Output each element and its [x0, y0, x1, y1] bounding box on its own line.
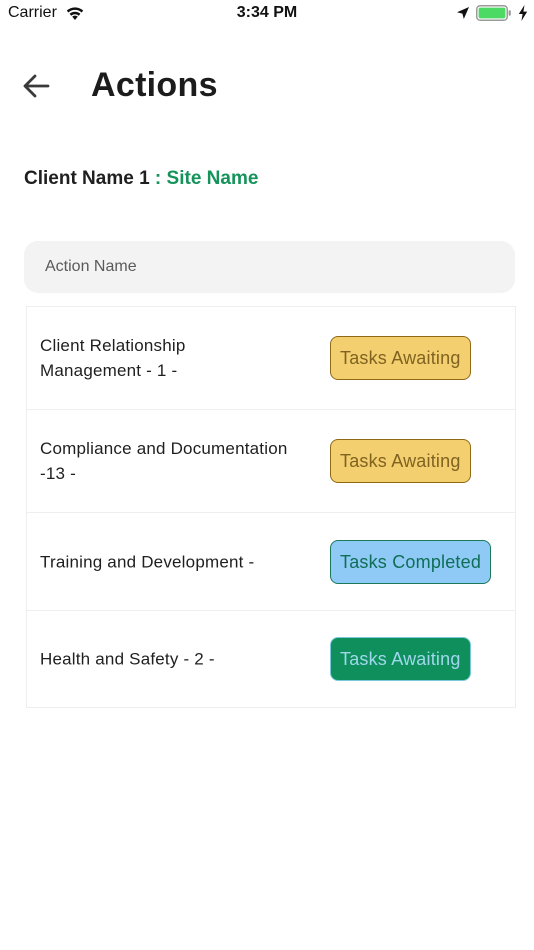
battery-icon — [476, 5, 511, 21]
status-bar: Carrier 3:34 PM — [0, 0, 534, 28]
status-badge[interactable]: Tasks Awaiting — [330, 637, 471, 681]
action-name-search[interactable] — [24, 241, 515, 293]
action-row[interactable]: Client Relationship Management - 1 - Tas… — [26, 306, 516, 409]
charging-bolt-icon — [518, 5, 528, 21]
action-name: Training and Development - — [40, 552, 255, 571]
action-row[interactable]: Training and Development - Tasks Complet… — [26, 512, 516, 610]
action-list: Client Relationship Management - 1 - Tas… — [26, 306, 516, 708]
action-row[interactable]: Health and Safety - 2 - Tasks Awaiting — [26, 610, 516, 708]
client-name: Client Name 1 — [24, 168, 150, 189]
action-name: Health and Safety - 2 - — [40, 649, 215, 669]
action-name: Client Relationship Management - 1 - — [40, 336, 186, 380]
site-name: Site Name — [166, 168, 259, 189]
page-title: Actions — [91, 66, 218, 104]
status-badge[interactable]: Tasks Awaiting — [330, 439, 471, 483]
back-button[interactable] — [16, 68, 56, 104]
status-badge[interactable]: Tasks Completed — [330, 539, 492, 584]
action-row[interactable]: Compliance and Documentation -13 - Tasks… — [26, 409, 516, 512]
status-indicators — [456, 5, 528, 21]
back-arrow-icon — [23, 74, 50, 98]
status-badge[interactable]: Tasks Awaiting — [330, 336, 471, 380]
action-name: Compliance and Documentation -13 - — [40, 439, 288, 483]
client-site-separator: : — [149, 168, 167, 189]
client-site-heading: Client Name 1 : Site Name — [24, 168, 258, 190]
status-time: 3:34 PM — [236, 4, 298, 21]
location-icon — [457, 7, 469, 19]
action-name-input[interactable] — [43, 257, 496, 277]
